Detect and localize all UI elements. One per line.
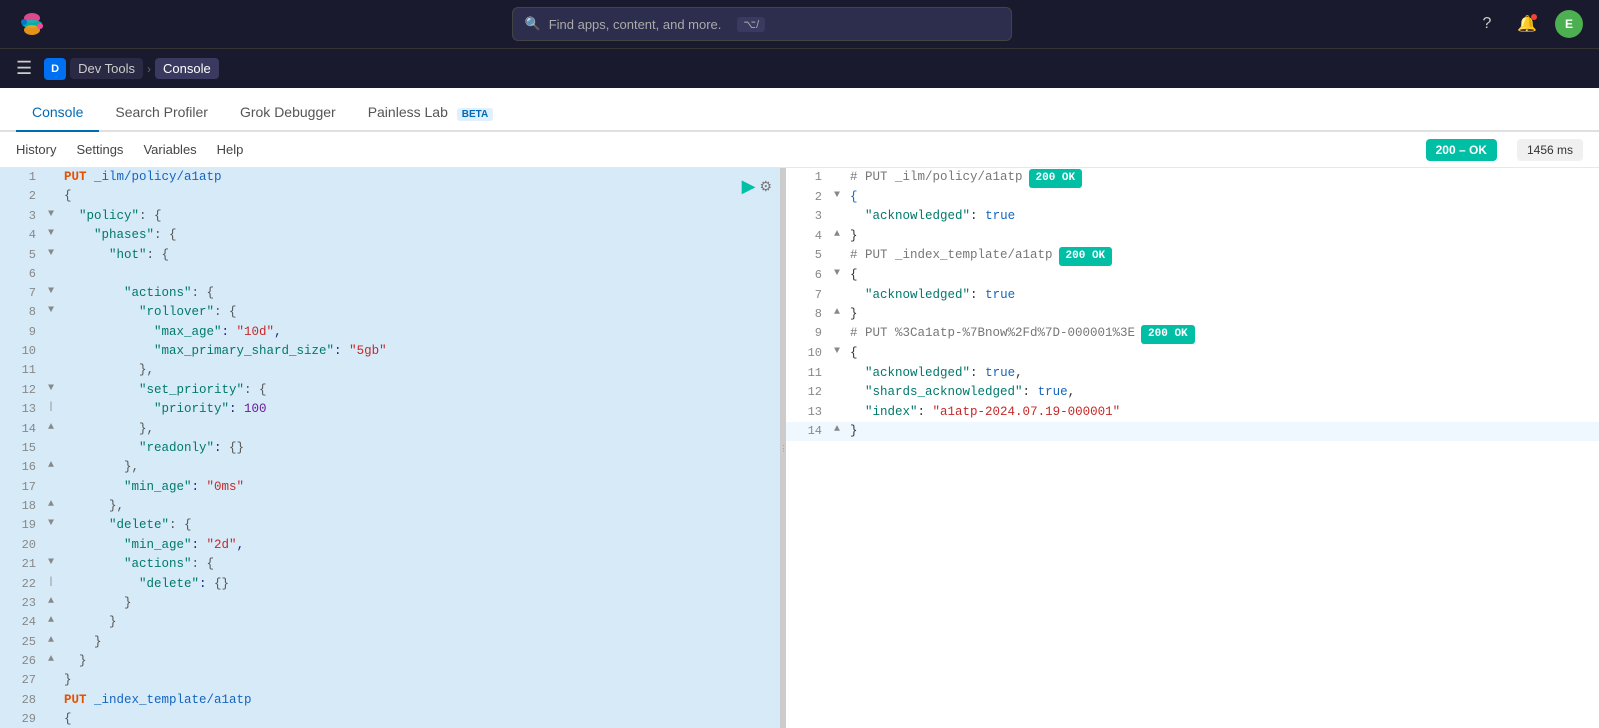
output-line-2: 2 ▼ {	[786, 188, 1599, 207]
code-line-3: 3 ▼ "policy": {	[0, 207, 780, 226]
code-line-11: 11 },	[0, 361, 780, 380]
code-line-1: 1 PUT _ilm/policy/a1atp	[0, 168, 780, 187]
tab-console[interactable]: Console	[16, 94, 99, 132]
output-line-14: 14 ▲ }	[786, 422, 1599, 441]
help-button[interactable]: Help	[217, 142, 244, 157]
output-line-3: 3 "acknowledged": true	[786, 207, 1599, 226]
code-line-8: 8 ▼ "rollover": {	[0, 303, 780, 322]
wrench-button[interactable]: ⚙	[759, 176, 772, 197]
code-line-5: 5 ▼ "hot": {	[0, 246, 780, 265]
code-line-9: 9 "max_age": "10d",	[0, 323, 780, 342]
notifications-icon[interactable]: 🔔	[1515, 12, 1539, 36]
status-badge: 200 – OK	[1426, 139, 1497, 161]
code-line-2: 2 {	[0, 187, 780, 206]
code-line-15: 15 "readonly": {}	[0, 439, 780, 458]
tab-grok-debugger[interactable]: Grok Debugger	[224, 94, 352, 132]
global-search-container: 🔍 Find apps, content, and more. ⌥/	[60, 7, 1463, 41]
code-line-24: 24 ▲ }	[0, 613, 780, 632]
run-button-area: ▶ ⚙	[742, 176, 772, 197]
code-line-16: 16 ▲ },	[0, 458, 780, 477]
code-line-26: 26 ▲ }	[0, 652, 780, 671]
code-line-10: 10 "max_primary_shard_size": "5gb"	[0, 342, 780, 361]
variables-button[interactable]: Variables	[143, 142, 196, 157]
topbar: 🔍 Find apps, content, and more. ⌥/ ? 🔔 E	[0, 0, 1599, 48]
settings-button[interactable]: Settings	[76, 142, 123, 157]
code-line-13: 13 | "priority": 100	[0, 400, 780, 419]
code-line-7: 7 ▼ "actions": {	[0, 284, 780, 303]
time-badge: 1456 ms	[1517, 139, 1583, 161]
tab-search-profiler[interactable]: Search Profiler	[99, 94, 224, 132]
output-line-7: 7 "acknowledged": true	[786, 286, 1599, 305]
global-search-bar[interactable]: 🔍 Find apps, content, and more. ⌥/	[512, 7, 1012, 41]
code-line-22: 22 | "delete": {}	[0, 575, 780, 594]
search-shortcut: ⌥/	[737, 17, 765, 32]
breadcrumb-console[interactable]: Console	[155, 58, 219, 79]
output-line-11: 11 "acknowledged": true,	[786, 364, 1599, 383]
output-line-9: 9 # PUT %3Ca1atp-%7Bnow%2Fd%7D-000001%3E…	[786, 324, 1599, 344]
search-icon: 🔍	[525, 16, 541, 32]
code-line-25: 25 ▲ }	[0, 633, 780, 652]
console-toolbar: History Settings Variables Help 200 – OK…	[0, 132, 1599, 168]
code-line-23: 23 ▲ }	[0, 594, 780, 613]
code-line-27: 27 }	[0, 671, 780, 690]
code-line-20: 20 "min_age": "2d",	[0, 536, 780, 555]
code-line-4: 4 ▼ "phases": {	[0, 226, 780, 245]
output-line-8: 8 ▲ }	[786, 305, 1599, 324]
beta-badge: BETA	[457, 108, 493, 121]
tab-painless-lab[interactable]: Painless Lab BETA	[352, 94, 510, 132]
right-output-pane: 1 # PUT _ilm/policy/a1atp200 OK 2 ▼ { 3 …	[786, 168, 1599, 728]
tab-bar: Console Search Profiler Grok Debugger Pa…	[0, 88, 1599, 132]
output-line-10: 10 ▼ {	[786, 344, 1599, 363]
devtools-breadcrumb-icon: D	[44, 58, 66, 80]
code-line-12: 12 ▼ "set_priority": {	[0, 381, 780, 400]
left-editor-pane: ▶ ⚙ 1 PUT _ilm/policy/a1atp 2 { 3 ▼ "pol…	[0, 168, 780, 728]
editor-layout: ▶ ⚙ 1 PUT _ilm/policy/a1atp 2 { 3 ▼ "pol…	[0, 168, 1599, 728]
code-line-18: 18 ▲ },	[0, 497, 780, 516]
code-line-17: 17 "min_age": "0ms"	[0, 478, 780, 497]
output-line-13: 13 "index": "a1atp-2024.07.19-000001"	[786, 403, 1599, 422]
hamburger-menu-button[interactable]: ☰	[16, 58, 32, 79]
code-line-14: 14 ▲ },	[0, 420, 780, 439]
run-button[interactable]: ▶	[742, 176, 756, 197]
breadcrumb-devtools[interactable]: Dev Tools	[70, 58, 143, 79]
breadcrumb-bar: ☰ D Dev Tools › Console	[0, 48, 1599, 88]
code-line-28: 28 PUT _index_template/a1atp	[0, 691, 780, 710]
code-line-6: 6	[0, 265, 780, 284]
left-editor-content[interactable]: 1 PUT _ilm/policy/a1atp 2 { 3 ▼ "policy"…	[0, 168, 780, 728]
history-button[interactable]: History	[16, 142, 56, 157]
output-line-5: 5 # PUT _index_template/a1atp200 OK	[786, 246, 1599, 266]
code-line-19: 19 ▼ "delete": {	[0, 516, 780, 535]
output-line-12: 12 "shards_acknowledged": true,	[786, 383, 1599, 402]
elastic-logo-area	[16, 8, 48, 40]
output-line-1: 1 # PUT _ilm/policy/a1atp200 OK	[786, 168, 1599, 188]
breadcrumb-separator: ›	[147, 62, 151, 76]
user-avatar[interactable]: E	[1555, 10, 1583, 38]
output-line-4: 4 ▲ }	[786, 227, 1599, 246]
code-line-21: 21 ▼ "actions": {	[0, 555, 780, 574]
search-placeholder: Find apps, content, and more.	[549, 17, 722, 32]
elastic-logo-icon	[16, 8, 48, 40]
code-line-29: 29 {	[0, 710, 780, 728]
help-icon[interactable]: ?	[1475, 12, 1499, 36]
topbar-right: ? 🔔 E	[1475, 10, 1583, 38]
output-line-6: 6 ▼ {	[786, 266, 1599, 285]
